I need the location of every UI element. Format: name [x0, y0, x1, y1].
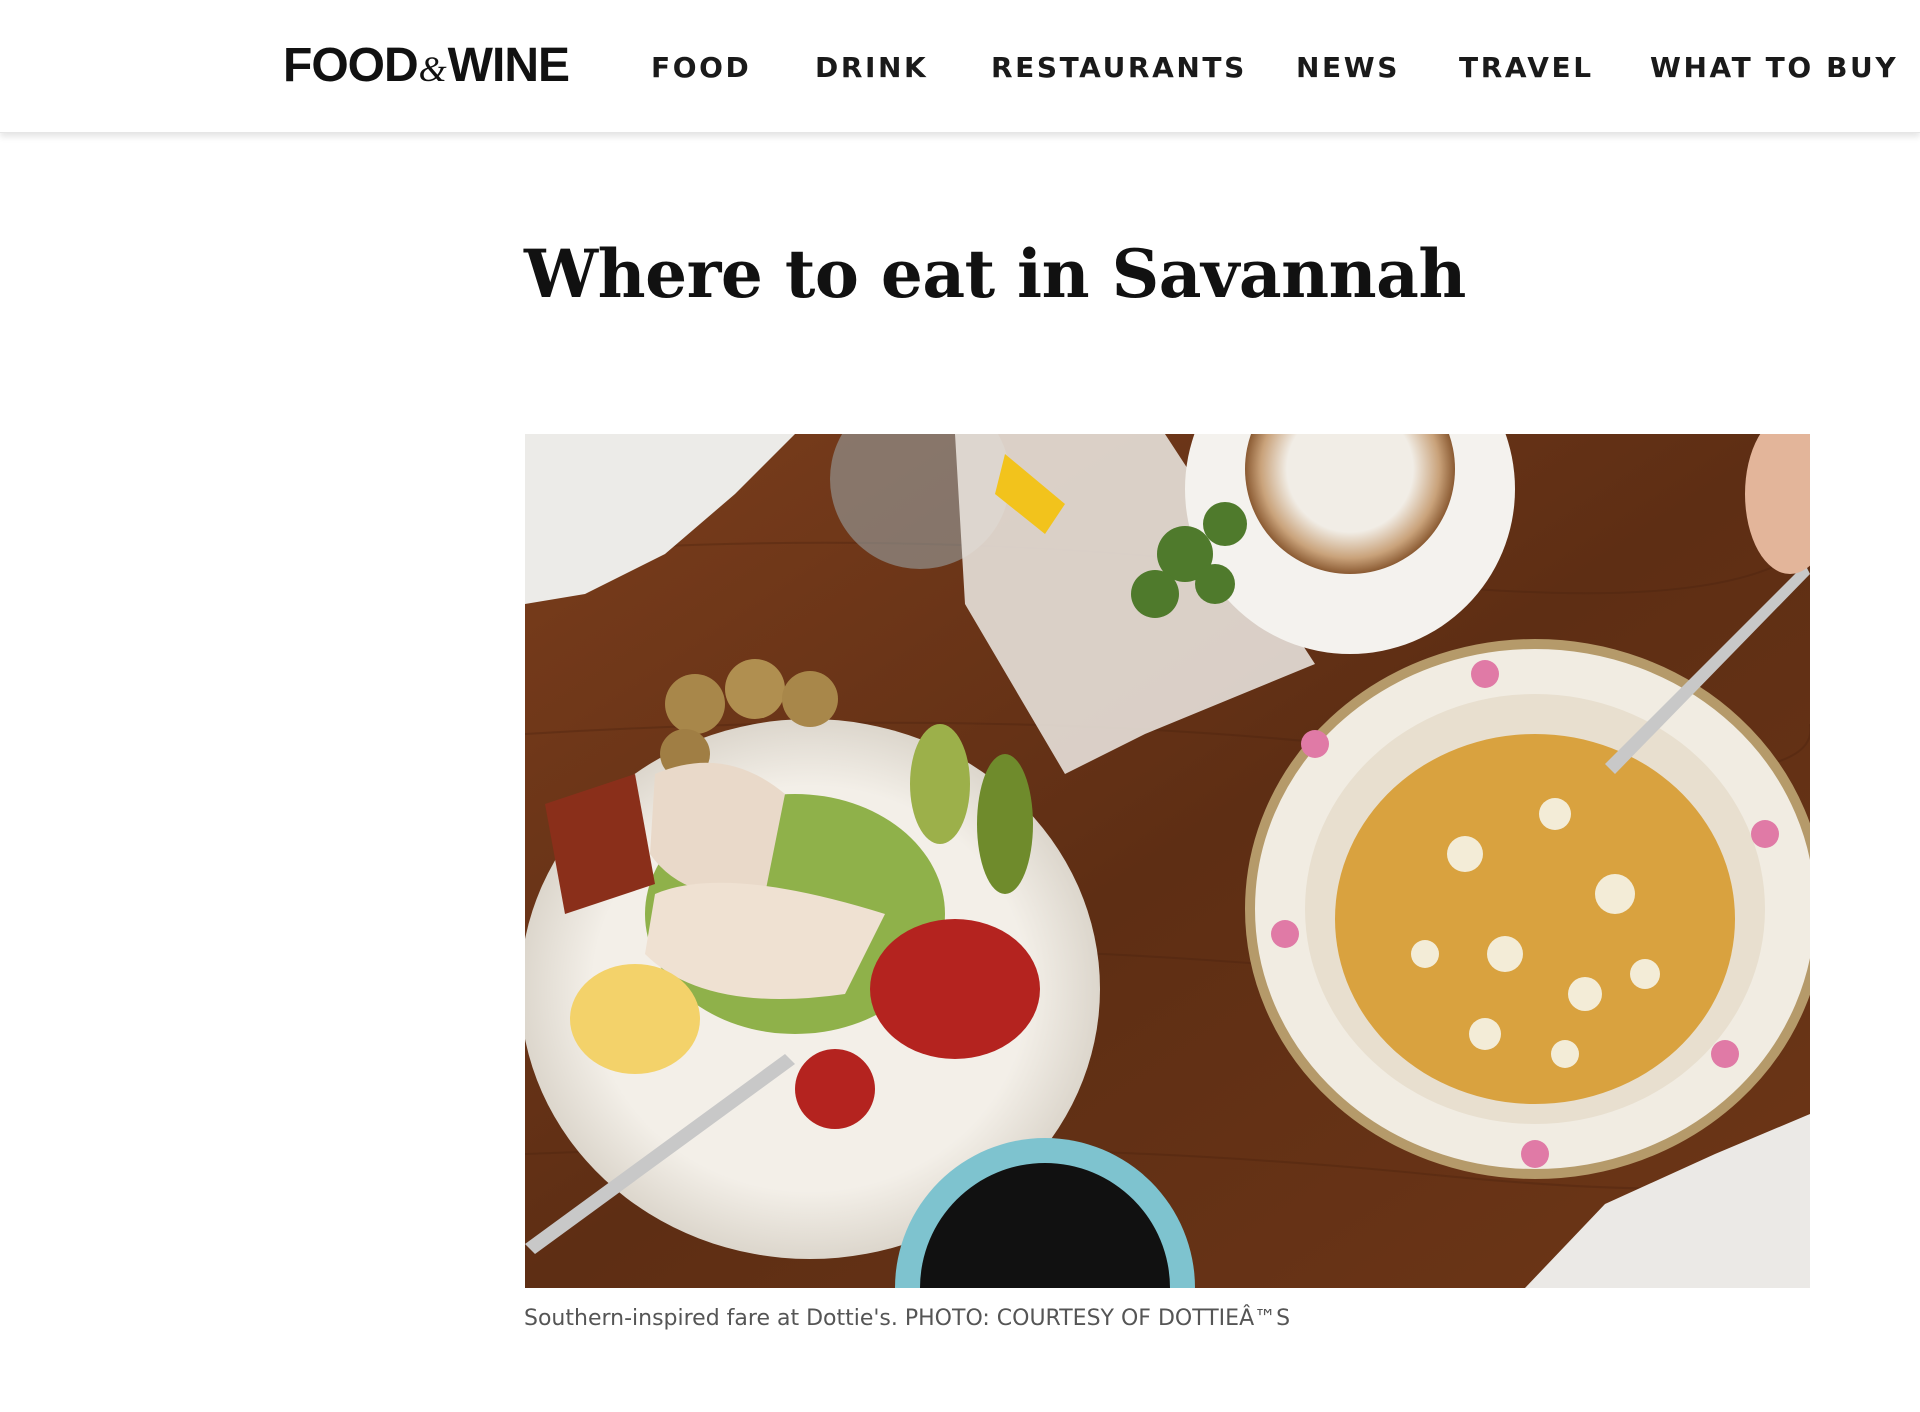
food-photo-illustration — [525, 434, 1810, 1288]
nav-item-drink[interactable]: DRINK — [815, 44, 928, 92]
logo-ampersand: & — [418, 49, 447, 89]
nav-item-food[interactable]: FOOD — [651, 44, 751, 92]
nav-item-restaurants[interactable]: RESTAURANTS — [991, 44, 1247, 92]
logo-food: FOOD — [283, 39, 419, 92]
article-title: Where to eat in Savannah — [524, 235, 1466, 313]
article-photo — [525, 434, 1810, 1288]
logo-wine: WINE — [447, 39, 570, 92]
site-header: FOOD & WINE FOOD DRINK RESTAURANTS NEWS … — [0, 0, 1920, 133]
nav-item-what-to-buy[interactable]: WHAT TO BUY — [1650, 44, 1898, 92]
photo-caption: Southern-inspired fare at Dottie's. PHOT… — [524, 1306, 1291, 1331]
nav-item-travel[interactable]: TRAVEL — [1459, 44, 1594, 92]
nav-item-news[interactable]: NEWS — [1296, 44, 1400, 92]
food-and-wine-logo[interactable]: FOOD & WINE — [283, 38, 570, 94]
